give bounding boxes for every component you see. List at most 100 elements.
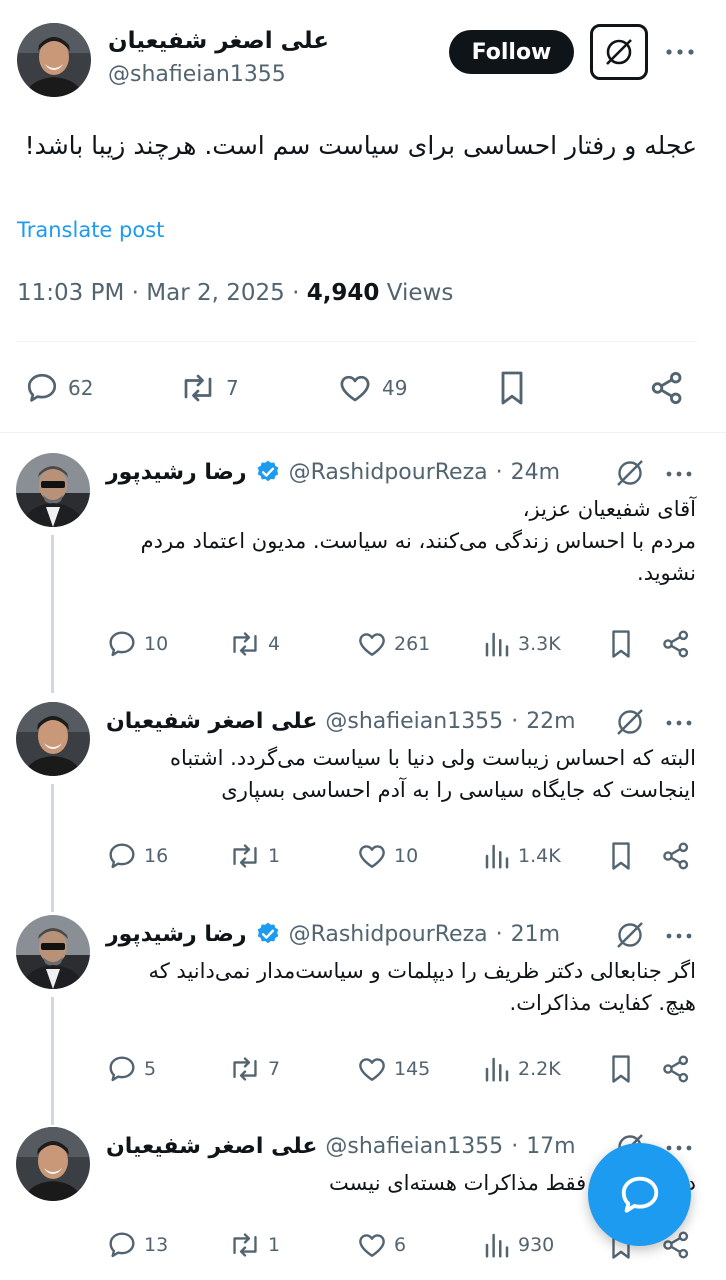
heart-icon bbox=[359, 845, 385, 868]
bookmark-button[interactable] bbox=[606, 1049, 636, 1089]
like-button[interactable]: 6 bbox=[356, 1225, 406, 1265]
repost-button[interactable]: 7 bbox=[228, 1049, 280, 1089]
reply-icon bbox=[109, 1056, 135, 1082]
like-count: 6 bbox=[394, 1234, 407, 1256]
views-icon bbox=[485, 1233, 509, 1258]
meta-separator: · bbox=[292, 280, 307, 306]
repost-button[interactable]: 1 bbox=[228, 836, 280, 876]
more-icon[interactable] bbox=[664, 459, 694, 489]
reply-time[interactable]: 21m bbox=[511, 922, 560, 947]
author-handle[interactable]: @shafieian1355 bbox=[325, 709, 503, 734]
repost-icon bbox=[233, 1057, 257, 1081]
separator-dot: · bbox=[495, 921, 503, 947]
more-icon[interactable] bbox=[664, 708, 694, 738]
author-name[interactable]: علی اصغر شفیعیان bbox=[106, 709, 317, 734]
author-handle[interactable]: @shafieian1355 bbox=[108, 62, 286, 87]
bookmark-button[interactable] bbox=[606, 836, 636, 876]
reply-button[interactable]: 5 bbox=[106, 1049, 156, 1089]
reply-tweet[interactable]: رضا رشیدپور @RashidpourReza · 21m اگر جن… bbox=[0, 915, 726, 1125]
meta-separator: · bbox=[131, 280, 147, 306]
avatar[interactable] bbox=[16, 453, 90, 527]
reply-icon bbox=[109, 631, 135, 657]
views-button[interactable]: 930 bbox=[482, 1225, 554, 1265]
more-button[interactable] bbox=[662, 34, 698, 70]
share-button[interactable] bbox=[660, 624, 692, 664]
grok-icon[interactable] bbox=[614, 457, 646, 489]
grok-icon[interactable] bbox=[614, 706, 646, 738]
author-handle[interactable]: @RashidpourReza bbox=[289, 922, 488, 947]
like-button[interactable]: 10 bbox=[356, 836, 418, 876]
reply-action-bar: 16 1 10 1.4K bbox=[0, 836, 726, 876]
reply-time[interactable]: 24m bbox=[511, 460, 560, 485]
reply-count: 13 bbox=[144, 1234, 169, 1256]
author-handle[interactable]: @shafieian1355 bbox=[325, 1134, 503, 1159]
views-count: 3.3K bbox=[518, 633, 561, 655]
avatar[interactable] bbox=[16, 1127, 90, 1201]
bookmark-button[interactable] bbox=[494, 360, 530, 416]
avatar[interactable] bbox=[17, 23, 91, 97]
tweet-date[interactable]: Mar 2, 2025 bbox=[146, 280, 285, 306]
reply-count: 10 bbox=[144, 633, 169, 655]
reply-time[interactable]: 17m bbox=[526, 1134, 575, 1159]
reply-button[interactable]: 62 bbox=[24, 360, 93, 416]
share-icon bbox=[663, 842, 689, 870]
views-count: 930 bbox=[518, 1234, 555, 1256]
main-action-bar: 62 7 49 bbox=[0, 360, 726, 416]
repost-button[interactable]: 4 bbox=[228, 624, 280, 664]
avatar[interactable] bbox=[16, 915, 90, 989]
separator-dot: · bbox=[495, 459, 503, 485]
reply-button[interactable]: 13 bbox=[106, 1225, 168, 1265]
share-button[interactable] bbox=[660, 1049, 692, 1089]
share-button[interactable] bbox=[648, 360, 686, 416]
reply-header: رضا رشیدپور @RashidpourReza · 21m bbox=[106, 917, 560, 951]
compose-icon bbox=[621, 1176, 658, 1213]
translate-link[interactable]: Translate post bbox=[17, 218, 164, 242]
repost-button[interactable]: 1 bbox=[228, 1225, 280, 1265]
reply-header: رضا رشیدپور @RashidpourReza · 24m bbox=[106, 455, 560, 489]
reply-button[interactable]: 16 bbox=[106, 836, 168, 876]
reply-tweet[interactable]: رضا رشیدپور @RashidpourReza · 24m آقای ش… bbox=[0, 453, 726, 693]
bookmark-button[interactable] bbox=[606, 624, 636, 664]
views-button[interactable]: 1.4K bbox=[482, 836, 561, 876]
author-name[interactable]: رضا رشیدپور bbox=[106, 460, 247, 485]
grok-icon bbox=[606, 39, 632, 65]
views-icon bbox=[485, 1057, 509, 1082]
reply-button[interactable]: 10 bbox=[106, 624, 168, 664]
reply-icon bbox=[109, 843, 135, 869]
bookmark-icon bbox=[501, 371, 523, 405]
compose-reply-button[interactable] bbox=[588, 1143, 691, 1246]
like-button[interactable]: 145 bbox=[356, 1049, 430, 1089]
main-tweet-header: علی اصغر شفیعیان @shafieian1355 Follow bbox=[0, 0, 726, 110]
reply-time[interactable]: 22m bbox=[526, 709, 575, 734]
views-button[interactable]: 2.2K bbox=[482, 1049, 561, 1089]
more-icon bbox=[666, 49, 694, 55]
grok-icon[interactable] bbox=[614, 919, 646, 951]
repost-count: 1 bbox=[268, 1234, 281, 1256]
reply-action-bar: 10 4 261 3.3K bbox=[0, 624, 726, 664]
like-button[interactable]: 261 bbox=[356, 624, 430, 664]
author-name[interactable]: علی اصغر شفیعیان bbox=[106, 1134, 317, 1159]
follow-button[interactable]: Follow bbox=[449, 30, 574, 74]
repost-button[interactable]: 7 bbox=[178, 360, 239, 416]
views-icon bbox=[485, 844, 509, 869]
divider bbox=[17, 341, 697, 342]
repost-count: 4 bbox=[268, 633, 281, 655]
repost-icon bbox=[233, 844, 257, 868]
like-button[interactable]: 49 bbox=[336, 360, 407, 416]
reply-action-bar: 5 7 145 2.2K bbox=[0, 1049, 726, 1089]
bookmark-icon bbox=[612, 1055, 630, 1083]
reply-tweet[interactable]: علی اصغر شفیعیان @shafieian1355 · 22m ال… bbox=[0, 702, 726, 912]
author-handle[interactable]: @RashidpourReza bbox=[289, 460, 488, 485]
more-icon[interactable] bbox=[664, 921, 694, 951]
views-count: 1.4K bbox=[518, 845, 561, 867]
bookmark-icon bbox=[612, 842, 630, 870]
grok-button[interactable] bbox=[590, 24, 648, 80]
divider bbox=[0, 432, 726, 433]
avatar[interactable] bbox=[16, 702, 90, 776]
share-button[interactable] bbox=[660, 836, 692, 876]
views-button[interactable]: 3.3K bbox=[482, 624, 561, 664]
reply-text: اگر جنابعالی دکتر ظریف را دیپلمات و سیاس… bbox=[148, 959, 697, 1015]
author-name[interactable]: رضا رشیدپور bbox=[106, 922, 247, 947]
reply-count: 62 bbox=[68, 376, 94, 400]
author-name[interactable]: علی اصغر شفیعیان bbox=[108, 28, 329, 54]
